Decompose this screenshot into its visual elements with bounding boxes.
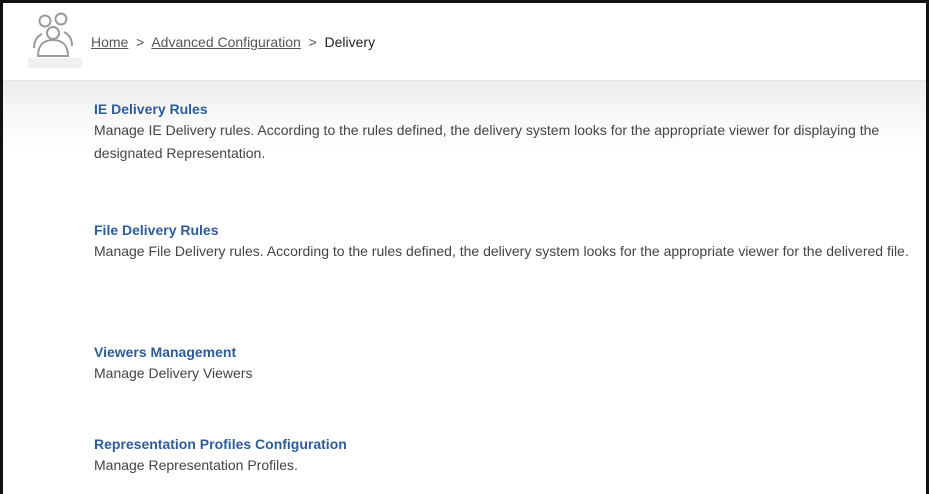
file-delivery-rules-link[interactable]: File Delivery Rules [94,221,914,239]
page-frame: Home > Advanced Configuration > Delivery… [0,0,929,494]
section-file-delivery-rules: File Delivery Rules Manage File Delivery… [94,221,914,263]
ie-delivery-rules-link[interactable]: IE Delivery Rules [94,100,914,118]
breadcrumb-separator: > [132,34,149,50]
breadcrumb-separator: > [304,34,321,50]
viewers-management-link[interactable]: Viewers Management [94,343,914,361]
representation-profiles-configuration-link[interactable]: Representation Profiles Configuration [94,435,914,453]
section-viewers-management: Viewers Management Manage Delivery Viewe… [94,343,914,385]
section-representation-profiles-configuration: Representation Profiles Configuration Ma… [94,435,914,477]
breadcrumb-current: Delivery [324,34,376,50]
section-description: Manage IE Delivery rules. According to t… [94,122,880,161]
section-ie-delivery-rules: IE Delivery Rules Manage IE Delivery rul… [94,100,914,165]
users-icon [28,12,82,68]
section-description: Manage Delivery Viewers [94,365,253,381]
page-header: Home > Advanced Configuration > Delivery [3,3,926,81]
section-description: Manage File Delivery rules. According to… [94,243,909,259]
breadcrumb-advanced-configuration-link[interactable]: Advanced Configuration [151,34,300,50]
section-description: Manage Representation Profiles. [94,457,298,473]
breadcrumb: Home > Advanced Configuration > Delivery [91,34,375,50]
breadcrumb-home-link[interactable]: Home [91,34,128,50]
main-content: IE Delivery Rules Manage IE Delivery rul… [3,81,926,494]
